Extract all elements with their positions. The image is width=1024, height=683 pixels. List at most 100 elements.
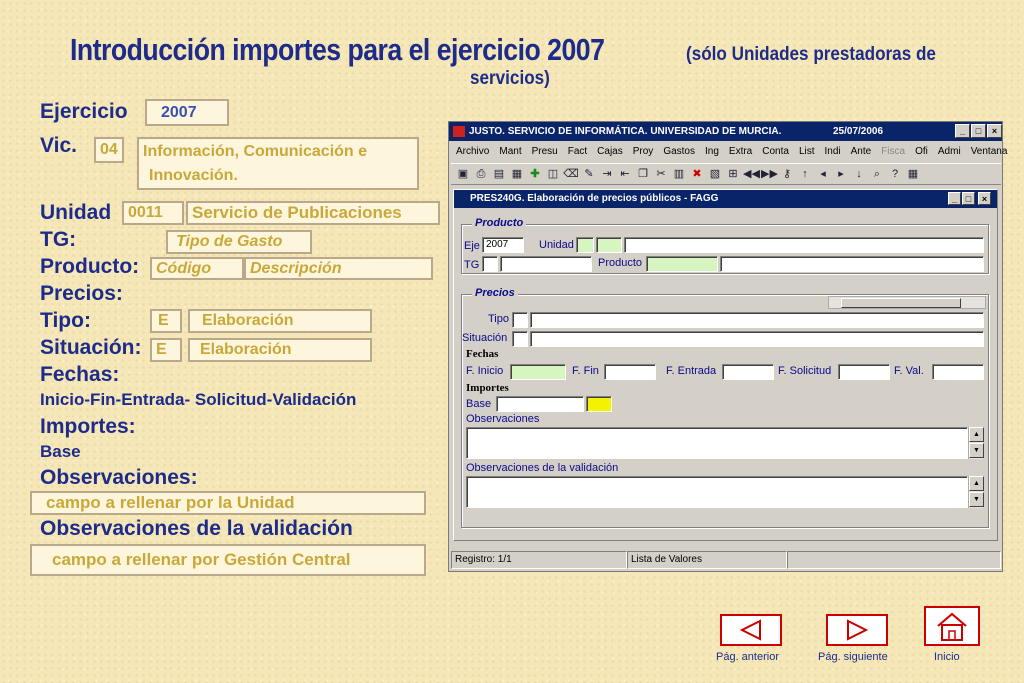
f-entrada-input[interactable] <box>722 364 774 380</box>
home-label[interactable]: Inicio <box>934 651 960 663</box>
menu-item-list[interactable]: List <box>794 143 820 161</box>
obs-validacion-field[interactable]: campo a rellenar por Gestión Central <box>30 544 426 576</box>
producto-desc-input[interactable] <box>720 256 984 272</box>
menu-item-conta[interactable]: Conta <box>757 143 794 161</box>
rewind-icon[interactable]: ◀◀ <box>743 166 760 182</box>
menu-item-admi[interactable]: Admi <box>933 143 966 161</box>
menu-item-cajas[interactable]: Cajas <box>592 143 628 161</box>
form-maximize-button[interactable]: □ <box>962 192 975 205</box>
eje-field[interactable]: 2007 <box>482 237 524 253</box>
producto-code-field[interactable]: Código <box>150 257 244 280</box>
f-val-input[interactable] <box>932 364 984 380</box>
key-icon[interactable]: ⚷ <box>779 166 795 182</box>
up-arrow-icon[interactable]: ↑ <box>797 166 813 182</box>
menu-item-ventana[interactable]: Ventana <box>966 143 1013 161</box>
copy-icon[interactable]: ❐ <box>635 166 651 182</box>
tipo-code-field[interactable]: E <box>150 309 182 333</box>
menu-item-ing[interactable]: Ing <box>700 143 724 161</box>
next-icon[interactable]: ▸ <box>833 166 849 182</box>
query-icon[interactable]: ▦ <box>509 166 525 182</box>
menu-item-gastos[interactable]: Gastos <box>658 143 700 161</box>
home-button[interactable] <box>924 606 980 646</box>
list-icon[interactable]: ▧ <box>707 166 723 182</box>
menu-item-ofi[interactable]: Ofi <box>910 143 933 161</box>
clear-icon[interactable]: ⌫ <box>563 166 579 182</box>
help-icon[interactable]: ? <box>887 166 903 182</box>
scrollbar-thumb[interactable] <box>841 298 961 308</box>
prev-page-label[interactable]: Pág. anterior <box>716 651 779 663</box>
observaciones-label: Observaciones: <box>40 466 198 489</box>
lov-icon[interactable]: ⊞ <box>725 166 741 182</box>
menu-item-fact[interactable]: Fact <box>563 143 592 161</box>
forward-icon[interactable]: ▶▶ <box>761 166 778 182</box>
scroll-up-icon[interactable]: ▲ <box>969 427 984 442</box>
cut-icon[interactable]: ✂ <box>653 166 669 182</box>
print-icon[interactable]: ⎙ <box>473 166 489 182</box>
f-fin-input[interactable] <box>604 364 656 380</box>
horizontal-scrollbar[interactable] <box>828 296 986 309</box>
producto-code-input[interactable] <box>646 256 718 272</box>
obs-validacion-textarea[interactable] <box>466 476 968 508</box>
unidad-code-input[interactable] <box>576 237 594 253</box>
form-close-button[interactable]: × <box>978 192 991 205</box>
observaciones-scrollbar[interactable]: ▲ ▼ <box>968 427 984 459</box>
search-icon[interactable]: ⌕ <box>869 166 885 182</box>
tipo-desc-input[interactable] <box>530 312 984 328</box>
vic-code-field[interactable]: 04 <box>94 137 124 163</box>
scroll-down-icon[interactable]: ▼ <box>969 492 984 507</box>
tipo-label: Tipo: <box>40 309 91 332</box>
menu-item-ante[interactable]: Ante <box>846 143 877 161</box>
add-record-icon[interactable]: ✚ <box>527 166 543 182</box>
producto-desc-field[interactable]: Descripción <box>244 257 433 280</box>
menu-item-indi[interactable]: Indi <box>820 143 846 161</box>
scroll-down-icon[interactable]: ▼ <box>969 443 984 458</box>
vic-desc-field[interactable]: Información, Comunicación e Innovación. <box>137 137 419 190</box>
minimize-button[interactable]: _ <box>955 124 970 138</box>
f-inicio-input[interactable] <box>510 364 566 380</box>
exit-icon[interactable]: ⇥ <box>599 166 615 182</box>
unidad-desc-field[interactable]: Servicio de Publicaciones <box>186 201 440 225</box>
form-minimize-button[interactable]: _ <box>948 192 961 205</box>
tipo-code-input[interactable] <box>512 312 528 328</box>
tg-field[interactable]: Tipo de Gasto <box>166 230 312 254</box>
save-icon[interactable]: ▣ <box>455 166 471 182</box>
delete-icon[interactable]: ✖ <box>689 166 705 182</box>
tipo-desc-field[interactable]: Elaboración <box>188 309 372 333</box>
situacion-code-input[interactable] <box>512 331 528 347</box>
situacion-desc-field[interactable]: Elaboración <box>188 338 372 362</box>
observaciones-textarea[interactable] <box>466 427 968 459</box>
tg-code-input[interactable] <box>482 256 498 272</box>
next-page-button[interactable] <box>826 614 888 646</box>
ejercicio-field[interactable]: 2007 <box>145 99 229 126</box>
prev-page-button[interactable] <box>720 614 782 646</box>
f-solicitud-input[interactable] <box>838 364 890 380</box>
unidad-code-field[interactable]: 0011 <box>122 201 184 225</box>
calendar-icon[interactable]: ▦ <box>905 166 921 182</box>
menu-item-presu[interactable]: Presu <box>527 143 563 161</box>
situacion-code-field[interactable]: E <box>150 338 182 362</box>
unidad-sub-input[interactable] <box>596 237 622 253</box>
tg-desc-input[interactable] <box>500 256 592 272</box>
unidad-desc-input[interactable] <box>624 237 984 253</box>
base-input[interactable] <box>496 396 584 412</box>
next-page-label[interactable]: Pág. siguiente <box>818 651 888 663</box>
save-record-icon[interactable]: ◫ <box>545 166 561 182</box>
menu-item-archivo[interactable]: Archivo <box>451 143 494 161</box>
menu-item-fisca[interactable]: Fisca <box>876 143 910 161</box>
close-button[interactable]: × <box>987 124 1002 138</box>
maximize-button[interactable]: □ <box>971 124 986 138</box>
observaciones-field[interactable]: campo a rellenar por la Unidad <box>30 491 426 515</box>
obs-validacion-scrollbar[interactable]: ▲ ▼ <box>968 476 984 508</box>
menu-item-proy[interactable]: Proy <box>628 143 659 161</box>
print-preview-icon[interactable]: ▤ <box>491 166 507 182</box>
paste-icon[interactable]: ▥ <box>671 166 687 182</box>
first-icon[interactable]: ⇤ <box>617 166 633 182</box>
scroll-up-icon[interactable]: ▲ <box>969 476 984 491</box>
menu-item-mant[interactable]: Mant <box>494 143 526 161</box>
menu-item-extra[interactable]: Extra <box>724 143 757 161</box>
down-arrow-icon[interactable]: ↓ <box>851 166 867 182</box>
base-extra-input[interactable] <box>586 396 612 412</box>
situacion-desc-input[interactable] <box>530 331 984 347</box>
edit-icon[interactable]: ✎ <box>581 166 597 182</box>
prev-icon[interactable]: ◂ <box>815 166 831 182</box>
